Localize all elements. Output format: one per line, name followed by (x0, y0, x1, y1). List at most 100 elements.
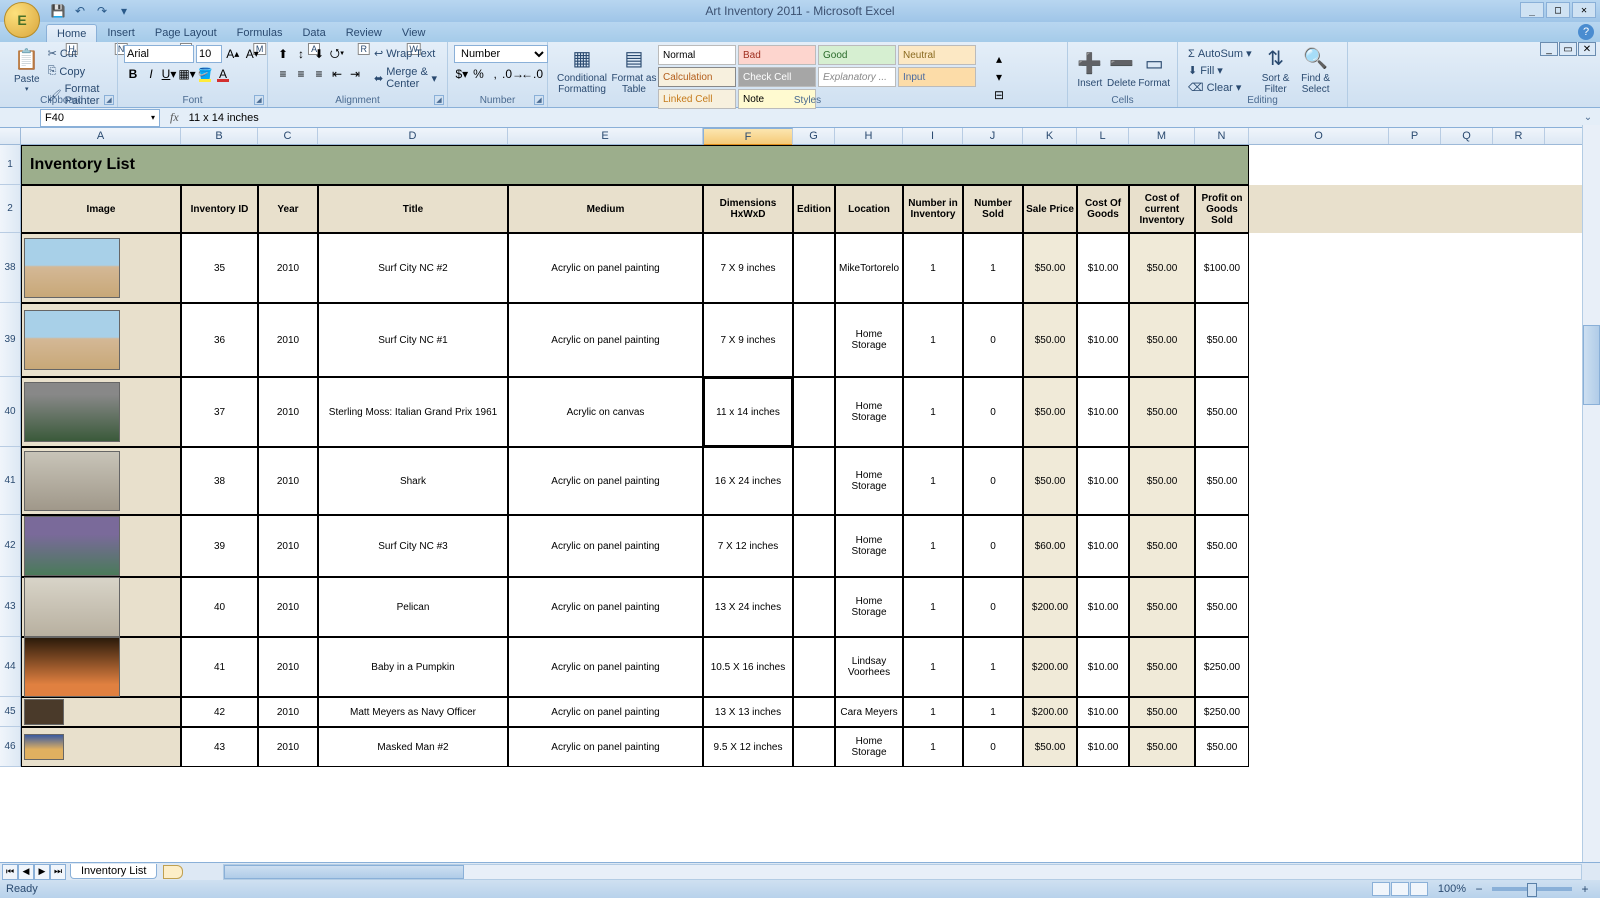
cell-price[interactable]: $50.00 (1023, 233, 1077, 303)
cell-edition[interactable] (793, 377, 835, 447)
workbook-restore[interactable]: ▭ (1559, 42, 1577, 56)
column-header-O[interactable]: O (1249, 128, 1389, 144)
zoom-out-button[interactable]: − (1470, 880, 1488, 898)
column-header-N[interactable]: N (1195, 128, 1249, 144)
row-header-43[interactable]: 43 (0, 577, 21, 637)
clipboard-dialog-icon[interactable]: ◢ (104, 95, 114, 105)
cell-medium[interactable]: Acrylic on panel painting (508, 637, 703, 697)
cell-profit[interactable]: $100.00 (1195, 233, 1249, 303)
cell-cci[interactable]: $50.00 (1129, 577, 1195, 637)
column-header-I[interactable]: I (903, 128, 963, 144)
cell-ninv[interactable]: 1 (903, 727, 963, 767)
column-header-P[interactable]: P (1389, 128, 1441, 144)
cell-price[interactable]: $50.00 (1023, 377, 1077, 447)
cell-title[interactable]: Shark (318, 447, 508, 515)
cell-loc[interactable]: MikeTortorelo (835, 233, 903, 303)
style-check-cell[interactable]: Check Cell (738, 67, 816, 87)
cell-edition[interactable] (793, 447, 835, 515)
cell-img[interactable] (21, 697, 181, 727)
cell-cog[interactable]: $10.00 (1077, 515, 1129, 577)
style-bad[interactable]: Bad (738, 45, 816, 65)
cell-ninv[interactable]: 1 (903, 447, 963, 515)
delete-cells-button[interactable]: ➖Delete (1106, 45, 1138, 95)
align-center[interactable]: ≡ (292, 65, 310, 83)
undo-icon[interactable]: ↶ (72, 3, 88, 19)
view-page-break-button[interactable] (1410, 882, 1428, 896)
sheet-nav-next[interactable]: ▶ (34, 864, 50, 880)
autosum-button[interactable]: ΣAutoSum▾ (1184, 45, 1256, 62)
row-header-41[interactable]: 41 (0, 447, 21, 515)
help-icon[interactable]: ? (1578, 24, 1594, 40)
cell-price[interactable]: $50.00 (1023, 447, 1077, 515)
cell-medium[interactable]: Acrylic on panel painting (508, 697, 703, 727)
sheet-nav-first[interactable]: ⏮ (2, 864, 18, 880)
vscroll-thumb[interactable] (1583, 325, 1600, 405)
hscroll-thumb[interactable] (224, 865, 464, 879)
cell-medium[interactable]: Acrylic on canvas (508, 377, 703, 447)
worksheet-grid[interactable]: 12383940414243444546 Inventory ListImage… (0, 145, 1600, 791)
sheet-nav-prev[interactable]: ◀ (18, 864, 34, 880)
close-button[interactable]: ✕ (1572, 2, 1596, 18)
cell-edition[interactable] (793, 303, 835, 377)
format-cells-button[interactable]: ▭Format (1137, 45, 1171, 95)
column-header-Q[interactable]: Q (1441, 128, 1493, 144)
workbook-close[interactable]: ✕ (1578, 42, 1596, 56)
italic-button[interactable]: I (142, 65, 160, 83)
fill-color-button[interactable]: 🪣 (196, 65, 214, 83)
cell-cci[interactable]: $50.00 (1129, 233, 1195, 303)
cell-profit[interactable]: $50.00 (1195, 727, 1249, 767)
column-header-R[interactable]: R (1493, 128, 1545, 144)
column-header-E[interactable]: E (508, 128, 703, 144)
styles-up-icon[interactable]: ▴ (990, 50, 1008, 68)
save-icon[interactable]: 💾 (50, 3, 66, 19)
view-page-layout-button[interactable] (1391, 882, 1409, 896)
cell-ninv[interactable]: 1 (903, 377, 963, 447)
cell-img[interactable] (21, 447, 181, 515)
style-explanatory[interactable]: Explanatory ... (818, 67, 896, 87)
cell-cog[interactable]: $10.00 (1077, 697, 1129, 727)
row-header-44[interactable]: 44 (0, 637, 21, 697)
cell-dim[interactable]: 10.5 X 16 inches (703, 637, 793, 697)
cell-img[interactable] (21, 303, 181, 377)
cell-nsold[interactable]: 1 (963, 697, 1023, 727)
cell-loc[interactable]: Home Storage (835, 303, 903, 377)
number-dialog-icon[interactable]: ◢ (534, 95, 544, 105)
cell-price[interactable]: $200.00 (1023, 577, 1077, 637)
cut-button[interactable]: ✂Cut (44, 45, 111, 62)
cell-cog[interactable]: $10.00 (1077, 447, 1129, 515)
cell-year[interactable]: 2010 (258, 515, 318, 577)
cell-ninv[interactable]: 1 (903, 697, 963, 727)
cell-id[interactable]: 36 (181, 303, 258, 377)
indent-increase[interactable]: ⇥ (346, 65, 364, 83)
redo-icon[interactable]: ↷ (94, 3, 110, 19)
vertical-scrollbar[interactable] (1582, 125, 1600, 862)
minimize-button[interactable]: _ (1520, 2, 1544, 18)
decrease-decimal[interactable]: ←.0 (523, 65, 541, 83)
border-button[interactable]: ▦▾ (178, 65, 196, 83)
cell-year[interactable]: 2010 (258, 697, 318, 727)
ribbon-tab-page-layout[interactable]: Page LayoutP (145, 24, 227, 42)
merge-center-button[interactable]: ⬌Merge & Center▾ (370, 64, 441, 92)
align-middle[interactable]: ↕ (292, 45, 310, 63)
cell-profit[interactable]: $50.00 (1195, 515, 1249, 577)
insert-cells-button[interactable]: ➕Insert (1074, 45, 1106, 95)
cell-title[interactable]: Sterling Moss: Italian Grand Prix 1961 (318, 377, 508, 447)
cell-nsold[interactable]: 1 (963, 637, 1023, 697)
office-button[interactable]: E (4, 2, 40, 38)
cell-nsold[interactable]: 0 (963, 377, 1023, 447)
cell-medium[interactable]: Acrylic on panel painting (508, 447, 703, 515)
cell-cog[interactable]: $10.00 (1077, 377, 1129, 447)
font-size-select[interactable] (196, 45, 222, 63)
cell-price[interactable]: $200.00 (1023, 697, 1077, 727)
cell-ninv[interactable]: 1 (903, 233, 963, 303)
wrap-text-button[interactable]: ↩Wrap Text (370, 45, 441, 62)
cell-profit[interactable]: $50.00 (1195, 303, 1249, 377)
cell-dim[interactable]: 7 X 9 inches (703, 233, 793, 303)
cell-id[interactable]: 41 (181, 637, 258, 697)
expand-formula-bar-icon[interactable]: ⌄ (1580, 112, 1596, 123)
cell-title[interactable]: Surf City NC #3 (318, 515, 508, 577)
percent-button[interactable]: % (471, 65, 487, 83)
row-header-40[interactable]: 40 (0, 377, 21, 447)
cell-nsold[interactable]: 0 (963, 515, 1023, 577)
conditional-formatting-button[interactable]: ▦Conditional Formatting (554, 45, 610, 95)
